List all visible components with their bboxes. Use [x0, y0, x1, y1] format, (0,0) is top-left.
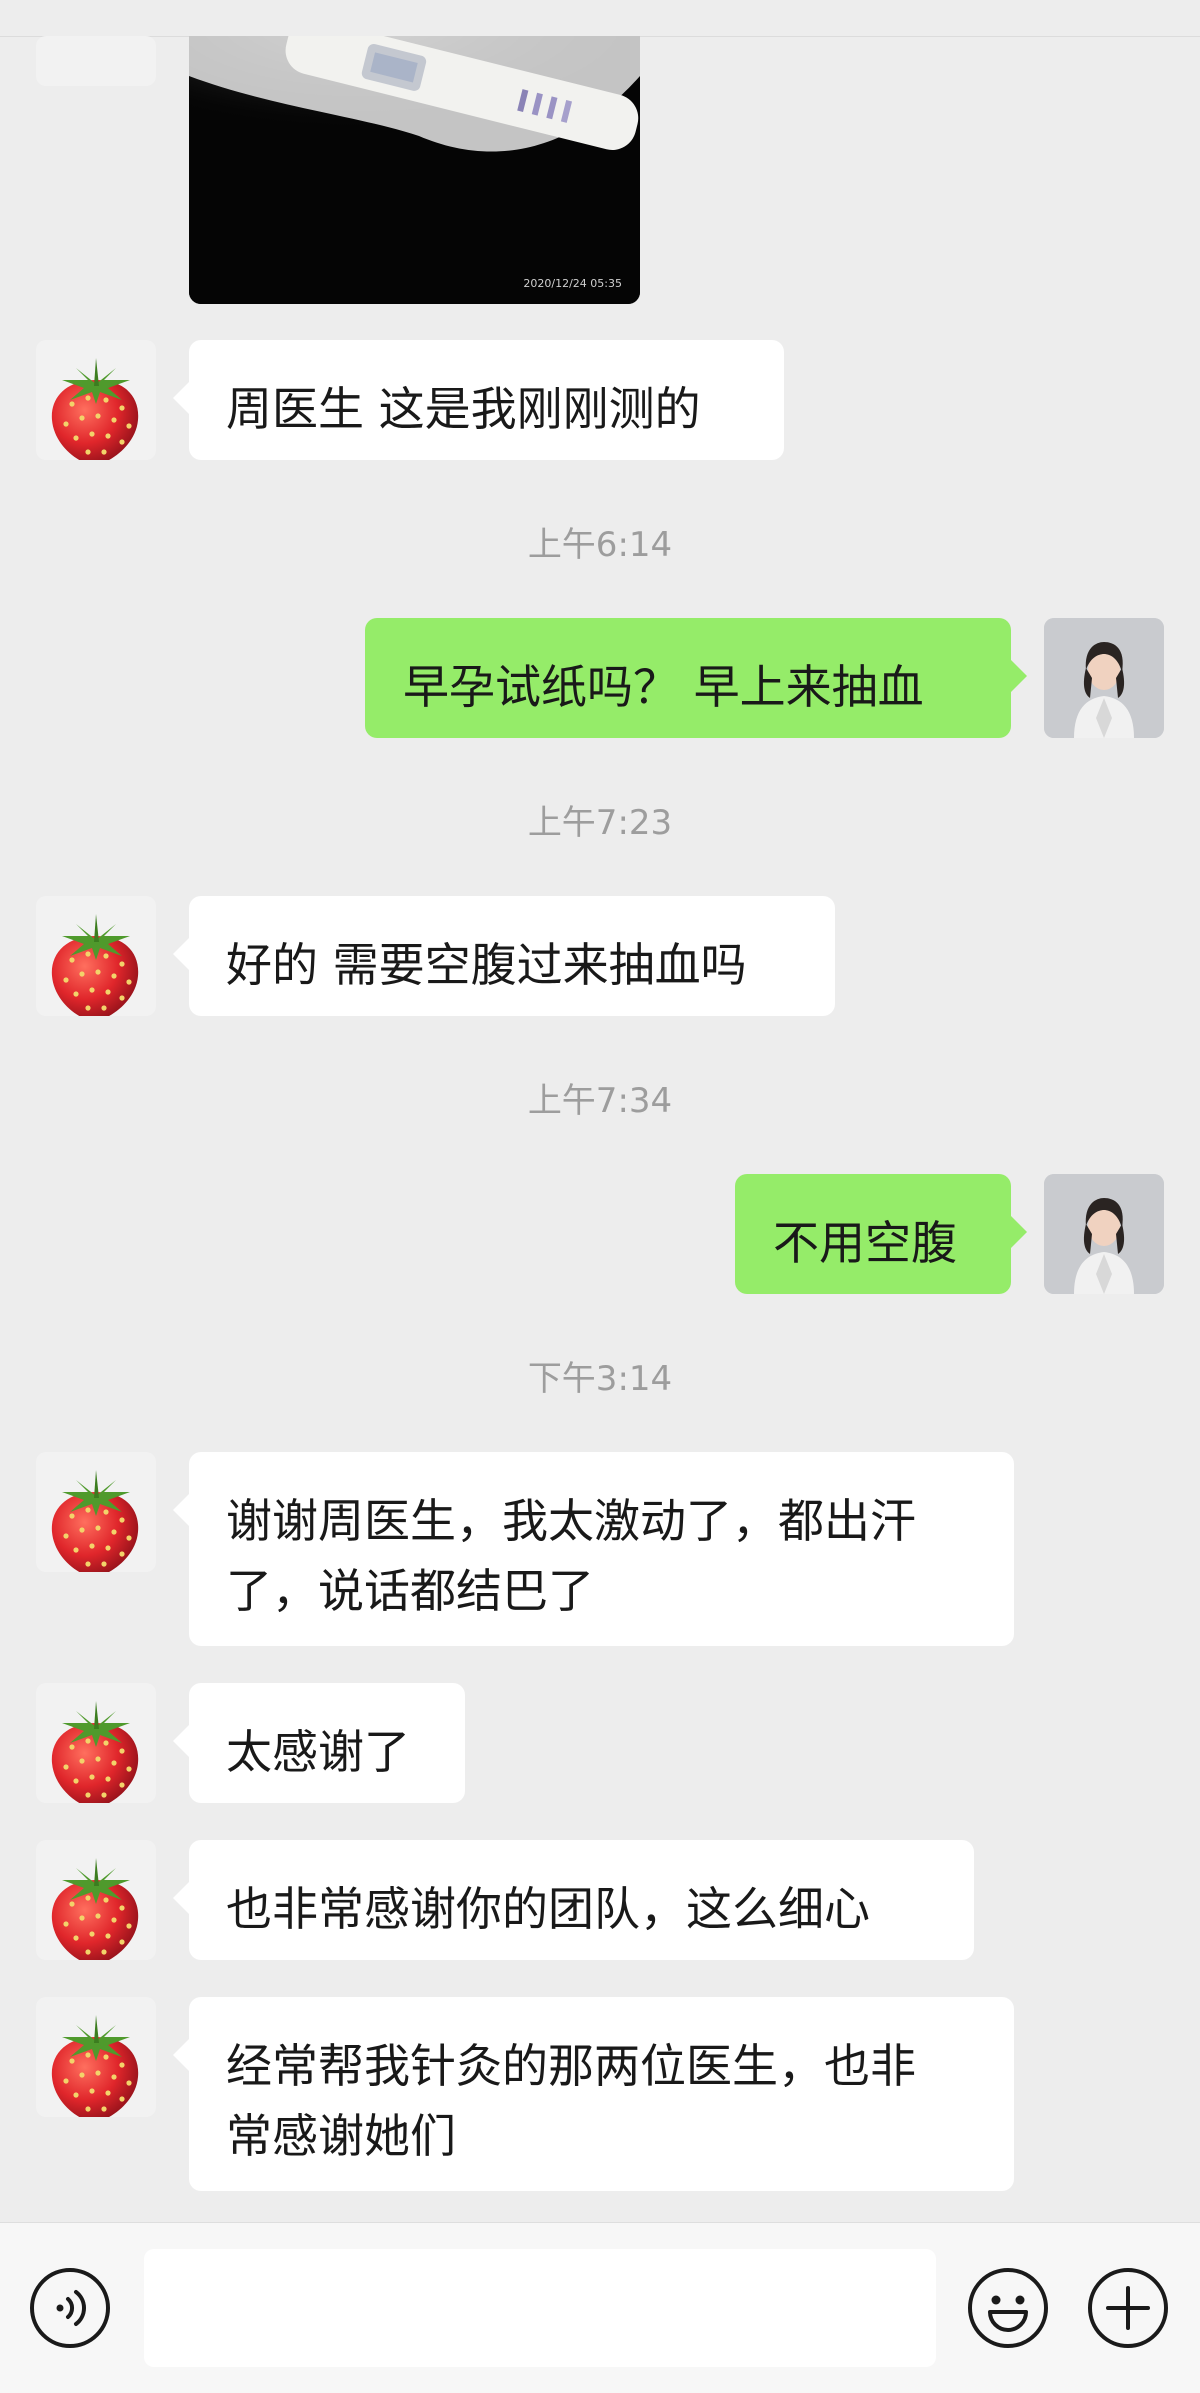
contact-avatar[interactable]	[36, 1452, 156, 1572]
message-input[interactable]	[144, 2249, 936, 2367]
contact-avatar[interactable]	[36, 1683, 156, 1803]
strawberry-icon	[51, 1701, 139, 1803]
message-bubble-sent[interactable]: 早孕试纸吗？ 早上来抽血	[365, 618, 1027, 738]
strawberry-icon	[51, 358, 139, 460]
image-message[interactable]: 2020/12/24 05:35	[189, 36, 640, 304]
timestamp: 下午3:14	[527, 1359, 673, 1399]
voice-icon	[30, 2268, 110, 2348]
my-avatar[interactable]	[1044, 618, 1164, 738]
message-text: 也非常感谢你的团队，这么细心	[226, 1882, 870, 1936]
strawberry-icon	[51, 2015, 139, 2117]
strawberry-icon	[51, 1470, 139, 1572]
doctor-icon	[1044, 618, 1164, 738]
message-text: 好的 需要空腹过来抽血吗	[226, 938, 747, 992]
strawberry-icon	[51, 914, 139, 1016]
doctor-icon	[1044, 1174, 1164, 1294]
message-line: 谢谢周医生，我太激动了，都出汗	[226, 1494, 916, 1548]
message-bubble-received[interactable]: 周医生 这是我刚刚测的	[173, 340, 784, 460]
message-bubble-received[interactable]: 好的 需要空腹过来抽血吗	[173, 896, 835, 1016]
timestamp: 上午6:14	[527, 525, 673, 565]
contact-avatar[interactable]	[36, 1997, 156, 2117]
timestamp: 上午7:34	[527, 1081, 673, 1121]
message-bubble-received[interactable]: 经常帮我针灸的那两位医生，也非 常感谢她们	[173, 1997, 1014, 2191]
strawberry-icon	[51, 1858, 139, 1960]
message-bubble-received[interactable]: 谢谢周医生，我太激动了，都出汗 了，说话都结巴了	[173, 1452, 1014, 1646]
contact-avatar[interactable]	[36, 1840, 156, 1960]
contact-avatar[interactable]	[36, 896, 156, 1016]
message-line: 了，说话都结巴了	[226, 1564, 594, 1618]
photo-timestamp: 2020/12/24 05:35	[523, 277, 622, 290]
timestamp: 上午7:23	[527, 803, 673, 843]
message-bubble-received[interactable]: 太感谢了	[173, 1683, 465, 1803]
message-bubble-received[interactable]: 也非常感谢你的团队，这么细心	[173, 1840, 974, 1960]
more-button[interactable]	[1086, 2266, 1170, 2350]
emoji-button[interactable]	[966, 2266, 1050, 2350]
message-text: 周医生 这是我刚刚测的	[226, 382, 701, 436]
plus-icon	[1088, 2268, 1168, 2348]
message-line: 常感谢她们	[226, 2109, 456, 2163]
message-bubble-sent[interactable]: 不用空腹	[735, 1174, 1027, 1294]
message-text: 早孕试纸吗？ 早上来抽血	[403, 660, 924, 714]
contact-avatar[interactable]	[36, 340, 156, 460]
chat-input-bar	[0, 2222, 1200, 2393]
my-avatar[interactable]	[1044, 1174, 1164, 1294]
message-text: 太感谢了	[226, 1725, 410, 1779]
contact-avatar[interactable]	[36, 36, 156, 86]
voice-button[interactable]	[28, 2266, 112, 2350]
message-text: 不用空腹	[773, 1216, 957, 1270]
status-strip	[0, 0, 1200, 37]
test-strip-photo	[189, 36, 640, 304]
emoji-icon	[968, 2268, 1048, 2348]
message-line: 经常帮我针灸的那两位医生，也非	[226, 2039, 916, 2093]
